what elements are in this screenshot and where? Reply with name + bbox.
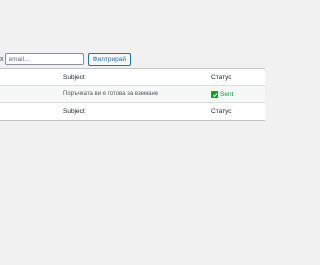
email-subject: Поръчката ви е готова за вземане xyxy=(63,91,159,97)
status-badge: Sent xyxy=(211,86,233,103)
email-log-page: x Филтрирай Subject Статус Поръчката ви … xyxy=(0,0,265,265)
check-icon xyxy=(211,91,218,98)
filter-button[interactable]: Филтрирай xyxy=(87,52,131,66)
table-row[interactable]: Поръчката ви е готова за вземане Sent xyxy=(0,86,265,103)
filter-label: x xyxy=(0,55,4,63)
email-log-table: Subject Статус Поръчката ви е готова за … xyxy=(0,68,265,121)
email-filter-input[interactable] xyxy=(4,53,84,65)
table-header-row: Subject Статус xyxy=(0,69,265,86)
status-text: Sent xyxy=(220,91,234,98)
filter-bar: x Филтрирай xyxy=(0,51,131,67)
table-footer-row: Subject Статус xyxy=(0,103,265,120)
column-header-status[interactable]: Статус xyxy=(211,69,232,86)
column-header-subject[interactable]: Subject xyxy=(63,69,85,86)
column-footer-subject[interactable]: Subject xyxy=(63,103,85,120)
column-footer-status[interactable]: Статус xyxy=(211,103,232,120)
check-mark-svg xyxy=(212,92,217,97)
